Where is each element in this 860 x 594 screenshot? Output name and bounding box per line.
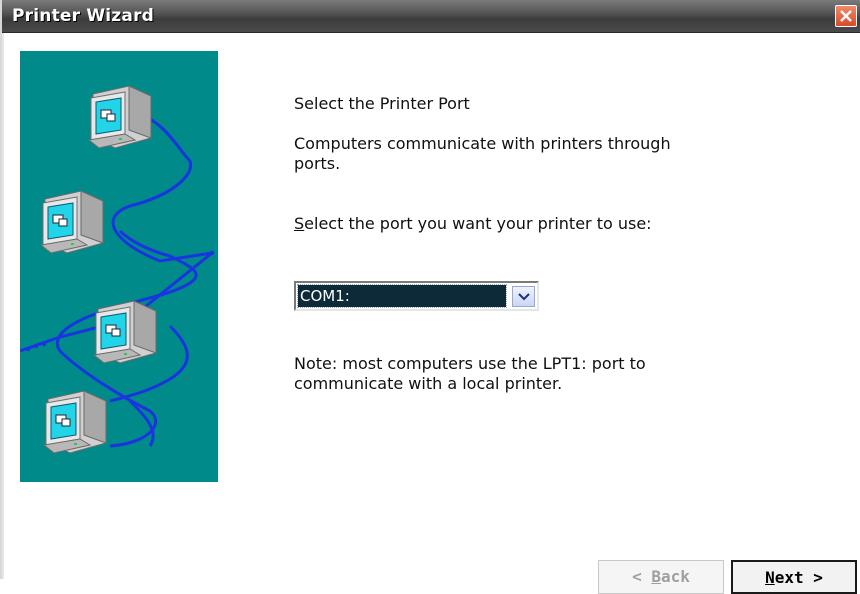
port-select-label: Select the port you want your printer to…	[294, 214, 674, 234]
title-bar: Printer Wizard	[2, 0, 860, 33]
port-dropdown-value: COM1:	[297, 284, 507, 308]
window-title: Printer Wizard	[12, 6, 155, 26]
intro-text: Computers communicate with printers thro…	[294, 134, 671, 173]
next-button-label: ext >	[774, 568, 823, 587]
back-button-label: ack	[661, 567, 690, 586]
port-dropdown[interactable]: COM1:	[294, 281, 539, 311]
back-button[interactable]: < Back	[598, 560, 724, 594]
network-computers-illustration	[19, 51, 218, 482]
close-button[interactable]	[835, 5, 857, 27]
port-label-text: elect the port you want your printer to …	[304, 214, 652, 233]
back-button-accelerator: B	[651, 567, 661, 586]
dropdown-arrow-button[interactable]	[512, 286, 535, 307]
note-text: Note: most computers use the LPT1: port …	[294, 354, 646, 393]
page-heading: Select the Printer Port	[294, 94, 470, 113]
printer-wizard-window: Printer Wizard Select the Printer Port C…	[0, 0, 860, 594]
port-label-accelerator: S	[294, 214, 305, 233]
next-button-accelerator: N	[765, 568, 775, 587]
wizard-content: Select the Printer Port Computers commun…	[2, 33, 860, 594]
chevron-down-icon	[518, 293, 530, 301]
back-button-prefix: <	[632, 567, 652, 586]
next-button[interactable]: Next >	[731, 560, 857, 594]
close-icon	[840, 10, 852, 22]
